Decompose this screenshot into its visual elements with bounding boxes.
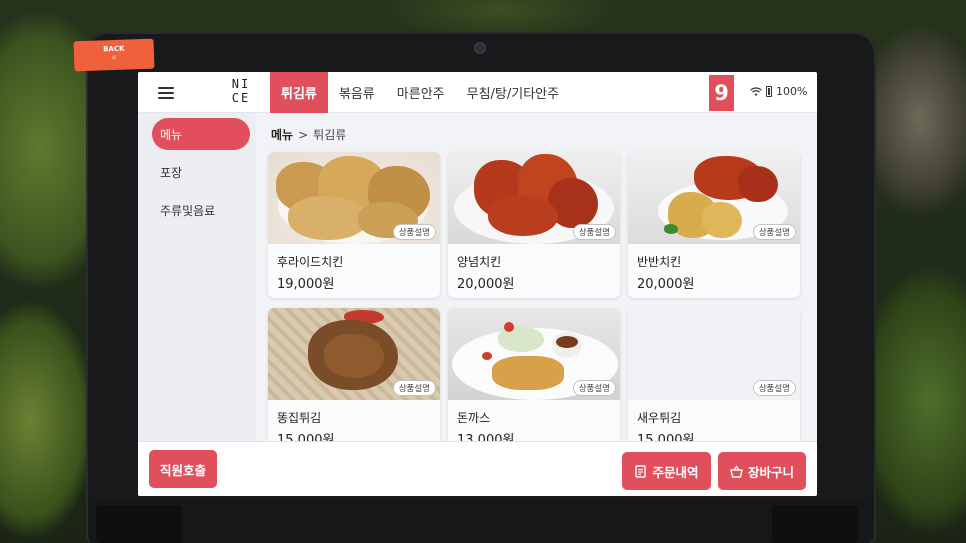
tab-stir-fried[interactable]: 볶음류	[328, 72, 386, 113]
product-name: 돈까스	[457, 411, 491, 425]
menu-icon[interactable]	[158, 87, 174, 99]
breadcrumb-root[interactable]: 메뉴	[271, 126, 293, 143]
product-detail-badge[interactable]: 상품설명	[572, 224, 616, 240]
category-tabs: 튀김류 볶음류 마른안주 무침/탕/기타안주	[270, 72, 570, 113]
kiosk-screen: NICE 튀김류 볶음류 마른안주 무침/탕/기타안주 9 100% 메뉴 포장…	[138, 72, 817, 496]
product-detail-badge[interactable]: 상품설명	[752, 224, 796, 240]
cart-button[interactable]: 장바구니	[718, 452, 806, 490]
top-bar: NICE 튀김류 볶음류 마른안주 무침/탕/기타안주 9 100%	[138, 72, 817, 113]
status-area: 100%	[750, 85, 807, 98]
tab-salad-soup-etc[interactable]: 무침/탕/기타안주	[456, 72, 570, 113]
product-price: 20,000원	[637, 277, 695, 292]
product-card-fried-chicken[interactable]: 상품설명 후라이드치킨 19,000원	[268, 152, 440, 298]
receipt-icon	[635, 464, 647, 478]
sticker-sub: ①	[111, 54, 117, 62]
table-number-badge: 9	[709, 75, 734, 111]
product-card-seasoned-chicken[interactable]: 상품설명 양념치킨 20,000원	[448, 152, 620, 298]
battery-icon	[766, 86, 772, 97]
stand-foot-left	[96, 505, 182, 543]
brand-logo-text: NICE	[231, 77, 251, 105]
order-history-label: 주문내역	[652, 464, 699, 480]
product-detail-badge[interactable]: 상품설명	[572, 380, 616, 396]
product-name: 양념치킨	[457, 255, 502, 269]
basket-icon	[730, 464, 743, 478]
product-detail-badge[interactable]: 상품설명	[392, 380, 436, 396]
product-price: 19,000원	[277, 277, 335, 292]
sidebar-item-menu[interactable]: 메뉴	[152, 118, 250, 150]
battery-level: 100%	[776, 85, 808, 98]
brand-logo: NICE	[228, 77, 254, 107]
tablet-bottom-bezel	[90, 500, 870, 543]
bottom-bar: 직원호출 주문내역 장바구니	[138, 441, 817, 496]
order-history-button[interactable]: 주문내역	[622, 452, 711, 490]
breadcrumb-separator: >	[298, 127, 309, 142]
wifi-icon	[750, 86, 762, 96]
product-name: 똥집튀김	[277, 411, 322, 425]
product-price: 20,000원	[457, 277, 515, 292]
tab-fried[interactable]: 튀김류	[270, 72, 328, 113]
sidebar-item-takeout[interactable]: 포장	[152, 156, 250, 188]
product-name: 새우튀김	[637, 411, 682, 425]
product-card-pork-cutlet[interactable]: 상품설명 돈까스 13,000원	[448, 308, 620, 454]
product-card-fried-gizzards[interactable]: 상품설명 똥집튀김 15,000원	[268, 308, 440, 454]
breadcrumb-current: 튀김류	[313, 128, 347, 142]
product-detail-badge[interactable]: 상품설명	[752, 380, 796, 396]
breadcrumb: 메뉴 > 튀김류	[271, 126, 346, 143]
product-name: 반반치킨	[637, 255, 682, 269]
back-sticker: BACK ①	[73, 38, 155, 72]
product-name: 후라이드치킨	[277, 255, 344, 269]
camera-lens	[474, 42, 486, 54]
staff-call-button[interactable]: 직원호출	[149, 450, 217, 488]
staff-call-label: 직원호출	[159, 462, 206, 478]
product-detail-badge[interactable]: 상품설명	[392, 224, 436, 240]
sidebar-item-drinks[interactable]: 주류및음료	[152, 194, 250, 226]
cart-label: 장바구니	[747, 464, 794, 480]
stand-foot-right	[772, 505, 858, 543]
tab-dried-snacks[interactable]: 마른안주	[386, 72, 456, 113]
product-grid: 상품설명 후라이드치킨 19,000원 상품설명 양념치킨 20,000원 상품…	[268, 152, 804, 454]
product-card-half-half-chicken[interactable]: 상품설명 반반치킨 20,000원	[628, 152, 800, 298]
product-card-fried-shrimp[interactable]: 상품설명 새우튀김 15,000원	[628, 308, 800, 454]
sidebar: 메뉴 포장 주류및음료	[138, 113, 256, 441]
